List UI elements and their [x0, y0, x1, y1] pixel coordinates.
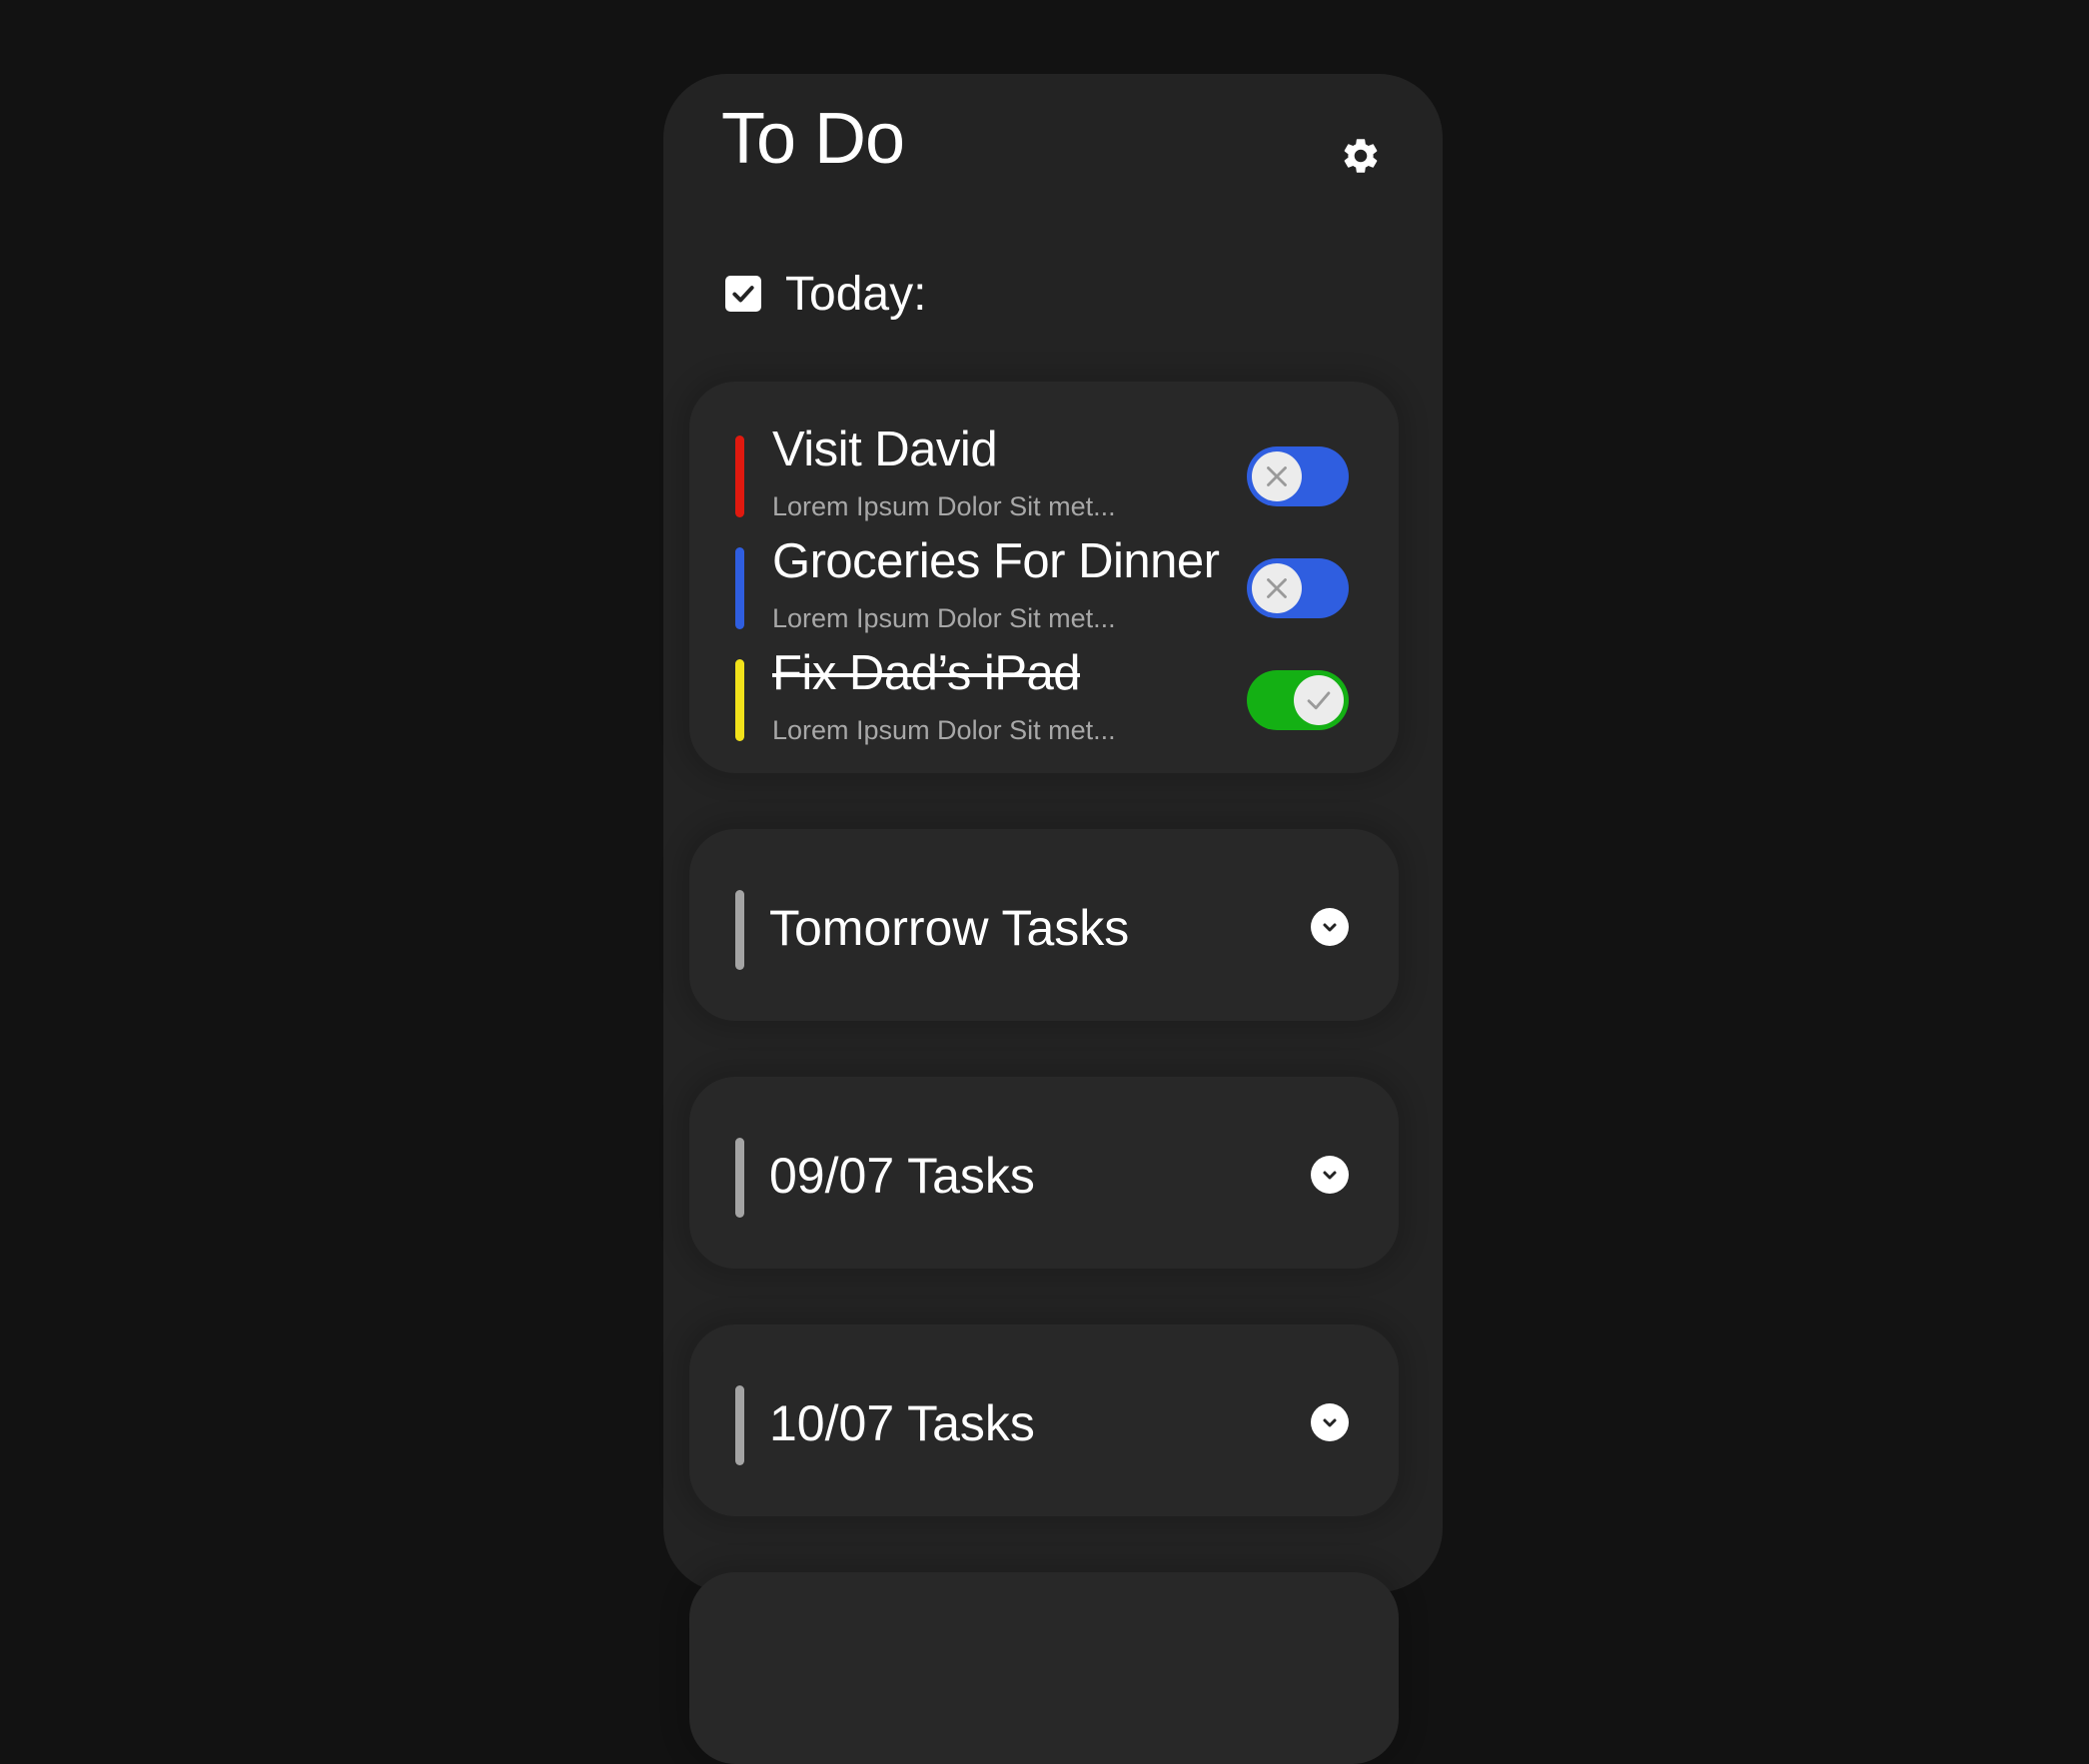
- check-icon: [1307, 691, 1331, 710]
- toggle-knob: [1252, 563, 1302, 613]
- task-color-bar: [735, 547, 744, 629]
- task-toggle[interactable]: [1247, 446, 1349, 506]
- chevron-down-icon: [1323, 1171, 1337, 1180]
- check-mark-icon: [732, 286, 754, 303]
- group-title: 09/07 Tasks: [769, 1148, 1035, 1204]
- chevron-down-icon: [1323, 1418, 1337, 1427]
- todo-app-panel: To Do Today: Visit David Lorem Ipsum Dol…: [663, 74, 1443, 1764]
- task-group-0907[interactable]: 09/07 Tasks: [689, 1077, 1399, 1269]
- task-group-1007[interactable]: 10/07 Tasks: [689, 1324, 1399, 1516]
- gear-icon: [1344, 139, 1378, 173]
- x-icon: [1267, 466, 1287, 486]
- task-description: Lorem Ipsum Dolor Sit met...: [772, 603, 1116, 633]
- expand-button[interactable]: [1311, 1403, 1349, 1441]
- task-item[interactable]: Visit David Lorem Ipsum Dolor Sit met...: [735, 423, 1355, 523]
- checkbox-checked-icon[interactable]: [725, 276, 761, 312]
- expand-button[interactable]: [1311, 1156, 1349, 1194]
- group-title: Tomorrow Tasks: [769, 900, 1130, 956]
- toggle-knob: [1252, 451, 1302, 501]
- task-color-bar: [735, 436, 744, 517]
- chevron-down-icon: [1323, 923, 1337, 932]
- task-description: Lorem Ipsum Dolor Sit met...: [772, 491, 1116, 521]
- task-title: Fix Dad’s iPad: [772, 646, 1081, 700]
- settings-button[interactable]: [1339, 134, 1383, 178]
- today-tasks-card: Visit David Lorem Ipsum Dolor Sit met...…: [689, 382, 1399, 773]
- task-title: Visit David: [772, 423, 998, 476]
- today-label: Today:: [785, 267, 927, 321]
- x-icon: [1267, 578, 1287, 598]
- group-color-bar: [735, 1138, 744, 1218]
- task-group-tomorrow[interactable]: Tomorrow Tasks: [689, 829, 1399, 1021]
- task-item[interactable]: Groceries For Dinner Lorem Ipsum Dolor S…: [735, 534, 1355, 635]
- toggle-knob: [1294, 675, 1344, 725]
- group-title: 10/07 Tasks: [769, 1395, 1035, 1451]
- group-color-bar: [735, 890, 744, 970]
- task-description: Lorem Ipsum Dolor Sit met...: [772, 715, 1116, 745]
- task-toggle[interactable]: [1247, 670, 1349, 730]
- task-group-next[interactable]: [689, 1572, 1399, 1764]
- task-color-bar: [735, 659, 744, 741]
- today-header: Today:: [725, 264, 926, 324]
- group-color-bar: [735, 1385, 744, 1465]
- task-title: Groceries For Dinner: [772, 534, 1220, 588]
- app-title: To Do: [721, 99, 905, 179]
- task-toggle[interactable]: [1247, 558, 1349, 618]
- task-item[interactable]: Fix Dad’s iPad Lorem Ipsum Dolor Sit met…: [735, 646, 1355, 747]
- expand-button[interactable]: [1311, 908, 1349, 946]
